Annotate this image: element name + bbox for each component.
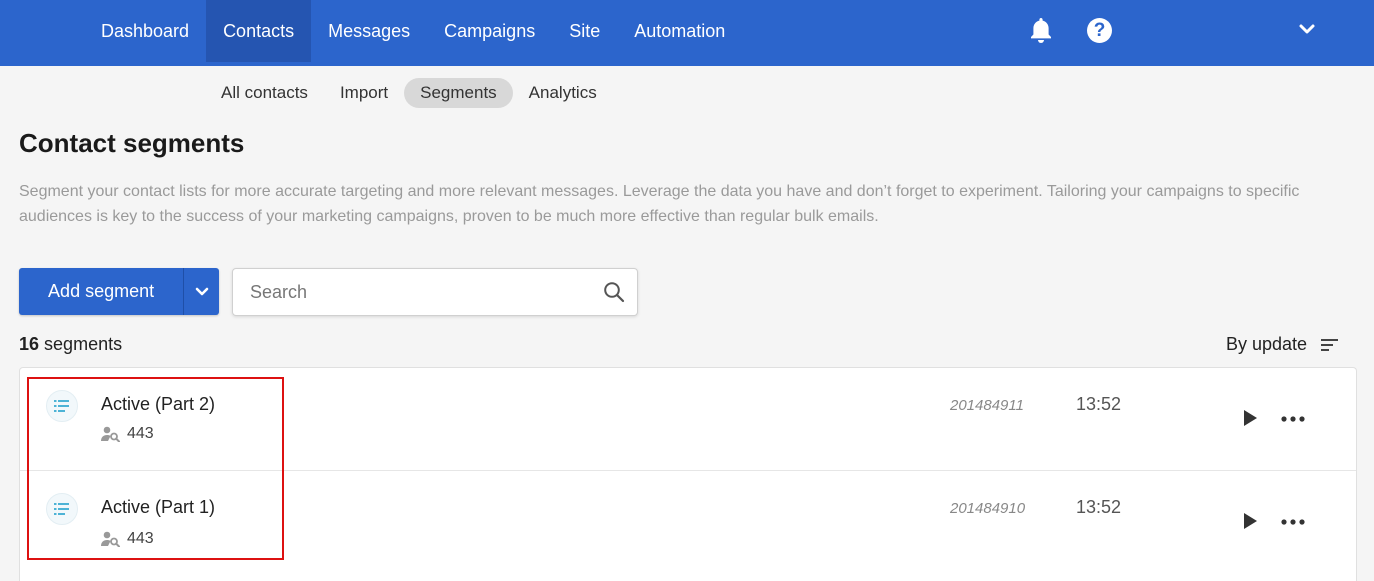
- segment-name[interactable]: Active (Part 2): [101, 394, 215, 415]
- nav-automation[interactable]: Automation: [617, 0, 742, 62]
- nav-campaigns[interactable]: Campaigns: [427, 0, 552, 62]
- segment-contacts: 443: [101, 425, 154, 443]
- play-icon[interactable]: [1243, 513, 1257, 529]
- segment-id: 201484911: [950, 397, 1024, 414]
- user-search-icon: [101, 426, 120, 442]
- sort-control[interactable]: By update: [1226, 334, 1339, 355]
- contacts-subnav: All contacts Import Segments Analytics: [205, 78, 613, 108]
- search-input[interactable]: [233, 269, 600, 315]
- segment-row[interactable]: Active (Part 2) 443 201484911 13:52: [20, 368, 1356, 470]
- segment-contacts: 443: [101, 530, 154, 548]
- nav-site[interactable]: Site: [552, 0, 617, 62]
- more-options-icon[interactable]: [1280, 415, 1306, 423]
- add-segment-button[interactable]: Add segment: [19, 268, 185, 315]
- segment-contact-count: 443: [127, 425, 154, 442]
- bell-icon[interactable]: [1028, 16, 1054, 44]
- segment-count-number: 16: [19, 334, 40, 354]
- search-icon[interactable]: [603, 281, 625, 303]
- user-search-icon: [101, 531, 120, 547]
- segment-name[interactable]: Active (Part 1): [101, 497, 215, 518]
- segment-list-icon: [46, 390, 78, 422]
- segment-updated-time: 13:52: [1076, 394, 1122, 414]
- add-segment-split-button: Add segment: [19, 268, 219, 315]
- top-navigation-bar: Dashboard Contacts Messages Campaigns Si…: [0, 0, 1374, 66]
- segment-id: 201484910: [950, 500, 1026, 517]
- segment-contact-count: 443: [127, 530, 154, 547]
- chevron-down-icon[interactable]: [1298, 22, 1316, 36]
- nav-dashboard[interactable]: Dashboard: [84, 0, 206, 62]
- segment-count-label: segments: [44, 334, 123, 354]
- nav-messages[interactable]: Messages: [311, 0, 427, 62]
- tab-segments[interactable]: Segments: [404, 78, 513, 108]
- segment-count: 16 segments: [19, 334, 122, 355]
- page-description: Segment your contact lists for more accu…: [19, 183, 1300, 225]
- add-segment-dropdown-button[interactable]: [184, 268, 219, 315]
- tab-analytics[interactable]: Analytics: [513, 78, 613, 108]
- chevron-down-icon: [195, 287, 208, 295]
- segment-updated-time: 13:52: [1076, 497, 1122, 517]
- segment-list-icon: [46, 493, 78, 525]
- tab-import[interactable]: Import: [324, 78, 404, 108]
- segment-row[interactable]: Active (Part 1) 443 201484910 13:52: [20, 470, 1356, 573]
- more-options-icon[interactable]: [1280, 518, 1306, 526]
- segment-list: Active (Part 2) 443 201484911 13:52 Acti…: [19, 367, 1357, 581]
- tab-all-contacts[interactable]: All contacts: [205, 78, 324, 108]
- sort-label: By update: [1226, 334, 1308, 354]
- search-box: [232, 268, 638, 316]
- nav-contacts[interactable]: Contacts: [206, 0, 312, 62]
- main-nav: Dashboard Contacts Messages Campaigns Si…: [84, 0, 742, 62]
- sort-icon: [1321, 338, 1339, 351]
- play-icon[interactable]: [1243, 410, 1257, 426]
- help-icon[interactable]: ?: [1087, 18, 1112, 43]
- page-title: Contact segments: [19, 128, 245, 158]
